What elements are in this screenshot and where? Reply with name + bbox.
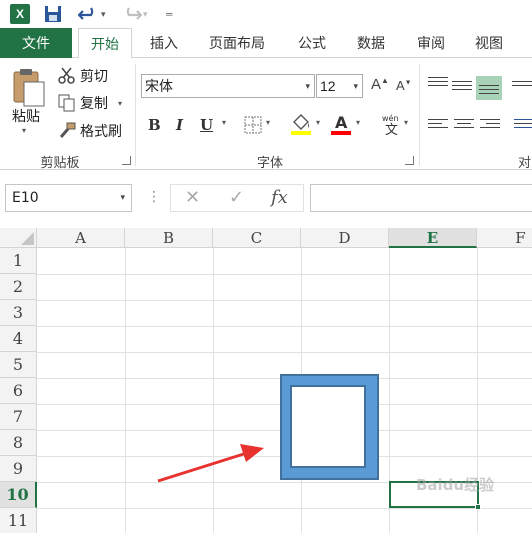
underline-button[interactable]: U: [200, 114, 213, 136]
fill-color-dropdown-icon[interactable]: ▾: [316, 118, 320, 127]
font-size-select[interactable]: 12 ▾: [316, 74, 363, 98]
undo-dropdown-icon[interactable]: ▾: [101, 4, 109, 24]
font-launcher-icon[interactable]: [405, 156, 414, 165]
indent-icon[interactable]: [514, 116, 532, 132]
align-right-icon[interactable]: [480, 116, 500, 132]
font-color-icon[interactable]: A: [330, 112, 352, 136]
scissors-icon: [58, 67, 75, 84]
formula-input[interactable]: [310, 184, 532, 212]
fill-color-icon[interactable]: [290, 112, 312, 136]
cut-button[interactable]: 剪切: [58, 66, 108, 86]
name-box-value: E10: [12, 190, 39, 206]
tab-formulas[interactable]: 公式: [284, 28, 340, 58]
worksheet-grid[interactable]: A B C D E F 1 2 3 4 5 6 7 8 9 10 11 Baid…: [0, 228, 532, 533]
paste-icon[interactable]: [10, 68, 48, 108]
redo-dropdown-icon[interactable]: ▾: [143, 4, 151, 24]
shrink-font-button[interactable]: A▼: [396, 78, 412, 93]
clipboard-group-label: 剪贴板: [40, 155, 80, 170]
phonetic-dropdown-icon[interactable]: ▾: [404, 118, 408, 127]
grow-font-button[interactable]: A▲: [371, 76, 389, 93]
font-size-value: 12: [320, 78, 336, 94]
enter-icon[interactable]: ✓: [229, 187, 244, 208]
fill-handle[interactable]: [475, 504, 481, 510]
group-separator: [419, 64, 420, 166]
redo-icon[interactable]: [120, 4, 142, 24]
ribbon-home: 粘贴 ▾ 剪切 复制 ▾ 格式刷 剪贴板 宋体 ▾ 12 ▾ A▲ A▼ B I…: [0, 58, 532, 170]
format-painter-button[interactable]: 格式刷: [58, 121, 122, 141]
excel-icon: X: [10, 4, 30, 24]
copy-dropdown-icon[interactable]: ▾: [118, 99, 122, 108]
font-name-value: 宋体: [145, 78, 173, 94]
paste-dropdown-icon[interactable]: ▾: [22, 126, 26, 135]
svg-text:A: A: [335, 113, 348, 132]
svg-text:wén: wén: [382, 113, 399, 123]
align-middle-icon[interactable]: [452, 78, 472, 94]
copy-icon: [58, 94, 75, 112]
cancel-icon[interactable]: ✕: [185, 187, 200, 208]
align-bottom-icon[interactable]: [476, 76, 502, 100]
formula-bar: E10 ▾ ⋮ ✕ ✓ fx: [0, 170, 532, 228]
font-name-select[interactable]: 宋体 ▾: [141, 74, 315, 98]
save-icon[interactable]: [44, 4, 62, 24]
undo-icon[interactable]: [78, 4, 100, 24]
align-left-icon[interactable]: [428, 116, 448, 132]
copy-button[interactable]: 复制 ▾: [58, 93, 122, 113]
tab-view[interactable]: 视图: [461, 28, 517, 58]
formula-buttons: ✕ ✓ fx: [170, 184, 304, 212]
italic-button[interactable]: I: [176, 114, 183, 136]
align-center-icon[interactable]: [454, 116, 474, 132]
underline-dropdown-icon[interactable]: ▾: [222, 118, 226, 127]
tab-review[interactable]: 审阅: [403, 28, 459, 58]
orientation-icon[interactable]: [512, 78, 532, 94]
insert-function-icon[interactable]: fx: [271, 187, 288, 208]
alignment-group-label: 对: [518, 155, 532, 170]
border-icon[interactable]: [244, 116, 262, 134]
phonetic-guide-icon[interactable]: wén 文: [380, 112, 402, 136]
font-group-label: 字体: [256, 155, 283, 170]
format-painter-icon: [59, 122, 76, 138]
quick-access-toolbar: X ▾ ▾ ═: [0, 0, 532, 28]
chevron-down-icon: ▾: [353, 81, 358, 91]
paste-button[interactable]: 粘贴: [12, 106, 40, 126]
ribbon-tabs: 文件 开始 插入 页面布局 公式 数据 审阅 视图: [0, 28, 532, 59]
font-color-dropdown-icon[interactable]: ▾: [356, 118, 360, 127]
copy-label: 复制: [80, 95, 108, 111]
cut-label: 剪切: [80, 68, 108, 84]
group-separator: [135, 64, 136, 166]
align-top-icon[interactable]: [428, 74, 448, 90]
clipboard-launcher-icon[interactable]: [122, 156, 131, 165]
tab-data[interactable]: 数据: [343, 28, 399, 58]
bold-button[interactable]: B: [148, 114, 161, 136]
tab-page-layout[interactable]: 页面布局: [196, 28, 278, 58]
svg-text:文: 文: [385, 123, 398, 136]
resize-handle-icon[interactable]: ⋮: [147, 188, 161, 205]
tab-file[interactable]: 文件: [0, 28, 72, 58]
chevron-down-icon: ▾: [305, 81, 310, 91]
border-dropdown-icon[interactable]: ▾: [266, 118, 270, 127]
tab-home[interactable]: 开始: [78, 28, 132, 59]
chevron-down-icon: ▾: [120, 193, 125, 203]
name-box[interactable]: E10 ▾: [5, 184, 132, 212]
format-painter-label: 格式刷: [80, 123, 122, 139]
customize-qat-icon[interactable]: ═: [166, 4, 176, 24]
watermark: Baidu经验: [416, 476, 495, 494]
tab-insert[interactable]: 插入: [136, 28, 192, 58]
